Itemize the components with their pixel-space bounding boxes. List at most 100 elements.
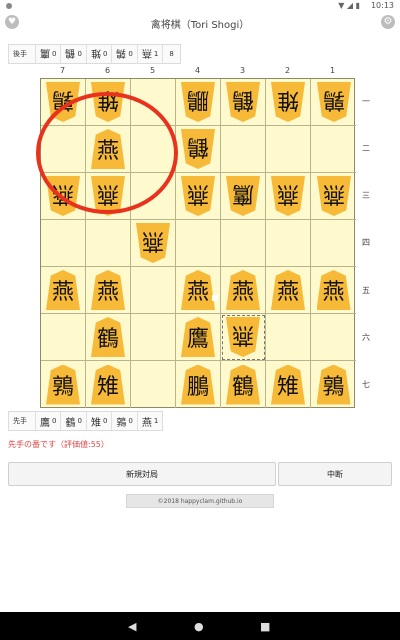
- board-square[interactable]: 鶴: [221, 79, 266, 126]
- board-square[interactable]: [131, 314, 176, 361]
- gote-piece[interactable]: 鷹: [226, 176, 260, 216]
- gote-piece[interactable]: 鶉: [317, 82, 351, 122]
- hand-piece-kanji: 鶉: [116, 46, 127, 58]
- sente-hand-item[interactable]: 鶴0: [60, 412, 85, 430]
- board-square[interactable]: 燕: [86, 126, 131, 173]
- board-square[interactable]: 燕: [311, 267, 356, 314]
- gote-hand-item[interactable]: 鶴0: [60, 45, 85, 63]
- sente-piece[interactable]: 鶴: [91, 317, 125, 357]
- board-square[interactable]: [41, 126, 86, 173]
- board-square[interactable]: [311, 126, 356, 173]
- board-square[interactable]: [131, 173, 176, 220]
- back-icon[interactable]: ◀: [128, 620, 136, 633]
- board-square[interactable]: [311, 220, 356, 267]
- gote-piece[interactable]: 燕: [46, 176, 80, 216]
- board-square[interactable]: 鷹: [221, 173, 266, 220]
- board-square[interactable]: [131, 267, 176, 314]
- board-square[interactable]: 燕: [86, 173, 131, 220]
- gote-piece[interactable]: 鶴: [181, 129, 215, 169]
- board-square[interactable]: 燕: [221, 314, 266, 361]
- gote-hand-item[interactable]: 鷹0: [35, 45, 60, 63]
- home-icon[interactable]: ●: [194, 620, 204, 633]
- sente-piece[interactable]: 鷹: [181, 317, 215, 357]
- board-square[interactable]: 燕: [221, 267, 266, 314]
- board-square[interactable]: 燕: [86, 267, 131, 314]
- board-square[interactable]: [221, 220, 266, 267]
- sente-hand-item[interactable]: 雉0: [85, 412, 111, 430]
- gote-hand-item[interactable]: 雉0: [85, 45, 111, 63]
- sente-hand-item[interactable]: 鶉0: [111, 412, 136, 430]
- hand-piece-count: 1: [153, 50, 159, 58]
- gote-hand-item[interactable]: 燕1: [136, 45, 162, 63]
- recent-apps-icon[interactable]: ■: [260, 620, 270, 633]
- board-square[interactable]: [221, 126, 266, 173]
- sente-piece[interactable]: 燕: [181, 270, 215, 310]
- board-square[interactable]: [266, 126, 311, 173]
- board-square[interactable]: 鶉: [311, 79, 356, 126]
- gear-icon[interactable]: ⚙: [381, 15, 395, 29]
- gote-piece[interactable]: 燕: [91, 176, 125, 216]
- sente-hand-item[interactable]: 燕1: [136, 412, 162, 430]
- gote-piece[interactable]: 雉: [91, 82, 125, 122]
- board-square[interactable]: [131, 361, 176, 408]
- sente-piece[interactable]: 鵬: [181, 364, 215, 405]
- board-square[interactable]: 鵬: [176, 361, 221, 408]
- board-square[interactable]: 鶉: [311, 361, 356, 408]
- gote-piece[interactable]: 燕: [226, 317, 260, 357]
- board-square[interactable]: 鶉: [41, 79, 86, 126]
- sente-piece[interactable]: 鶉: [46, 364, 80, 405]
- board-square[interactable]: 雉: [266, 361, 311, 408]
- gote-piece[interactable]: 燕: [317, 176, 351, 216]
- sente-piece[interactable]: 燕: [271, 270, 305, 310]
- sente-piece[interactable]: 燕: [91, 270, 125, 310]
- board-square[interactable]: [131, 126, 176, 173]
- sente-piece[interactable]: 燕: [226, 270, 260, 310]
- pause-button[interactable]: 中断: [278, 462, 392, 486]
- board-square[interactable]: [131, 79, 176, 126]
- gote-piece[interactable]: 鵬: [181, 82, 215, 122]
- sente-piece[interactable]: 鶉: [316, 364, 351, 405]
- board-square[interactable]: 燕: [176, 267, 221, 314]
- gote-piece[interactable]: 燕: [271, 176, 305, 216]
- cursor-marker: [212, 295, 218, 301]
- board-square[interactable]: 燕: [266, 267, 311, 314]
- gote-piece[interactable]: 雉: [271, 82, 305, 122]
- gote-piece[interactable]: 燕: [136, 223, 170, 263]
- board-square[interactable]: [41, 314, 86, 361]
- board-square[interactable]: 燕: [41, 173, 86, 220]
- sente-piece[interactable]: 燕: [91, 129, 125, 169]
- gote-hand-label: 後手: [13, 50, 27, 58]
- board-square[interactable]: 雉: [86, 361, 131, 408]
- sente-piece[interactable]: 鶴: [226, 364, 260, 405]
- gote-hand-item[interactable]: 鶉0: [111, 45, 136, 63]
- board-square[interactable]: 鵬: [176, 79, 221, 126]
- board-square[interactable]: 鶴: [176, 126, 221, 173]
- gote-piece[interactable]: 鶉: [46, 82, 80, 122]
- board-square[interactable]: [176, 220, 221, 267]
- board-square[interactable]: 鷹: [176, 314, 221, 361]
- sente-piece[interactable]: 雉: [91, 364, 125, 405]
- board-square[interactable]: [86, 220, 131, 267]
- board-square[interactable]: [41, 220, 86, 267]
- board-square[interactable]: 燕: [41, 267, 86, 314]
- sente-piece[interactable]: 雉: [271, 364, 305, 405]
- board-square[interactable]: 燕: [176, 173, 221, 220]
- board-square[interactable]: 燕: [266, 173, 311, 220]
- sente-piece[interactable]: 燕: [46, 270, 80, 310]
- sente-hand-item[interactable]: 鷹0: [35, 412, 60, 430]
- board-square[interactable]: [266, 314, 311, 361]
- board-square[interactable]: 鶉: [41, 361, 86, 408]
- sente-piece[interactable]: 燕: [316, 270, 351, 310]
- board-square[interactable]: 雉: [266, 79, 311, 126]
- board-square[interactable]: 鶴: [86, 314, 131, 361]
- board-square[interactable]: [266, 220, 311, 267]
- board-square[interactable]: 燕: [131, 220, 176, 267]
- column-number: 2: [284, 66, 291, 75]
- board-square[interactable]: 鶴: [221, 361, 266, 408]
- board-square[interactable]: [311, 314, 356, 361]
- new-game-button[interactable]: 新規対局: [8, 462, 276, 486]
- gote-piece[interactable]: 燕: [181, 176, 215, 216]
- gote-piece[interactable]: 鶴: [226, 82, 260, 122]
- board-square[interactable]: 雉: [86, 79, 131, 126]
- board-square[interactable]: 燕: [311, 173, 356, 220]
